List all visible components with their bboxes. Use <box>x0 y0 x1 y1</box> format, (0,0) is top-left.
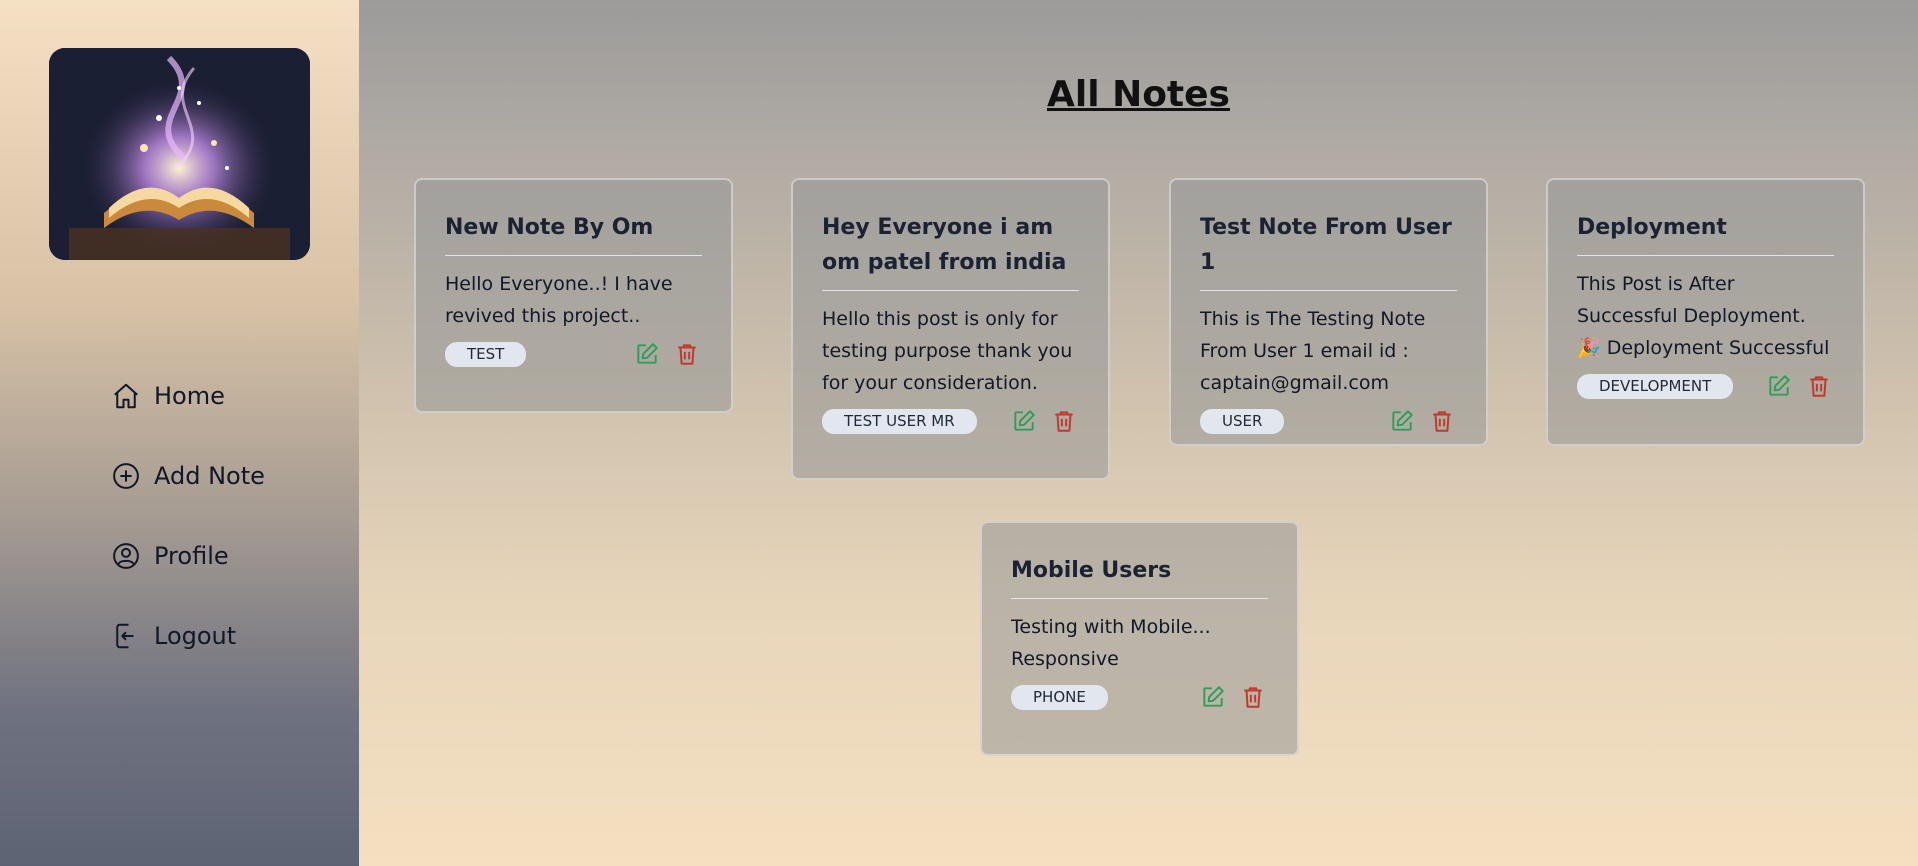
note-footer: TEST USER MR <box>822 405 1079 437</box>
note-actions <box>1764 371 1834 401</box>
sidebar-item-add-note[interactable]: Add Note <box>110 460 265 492</box>
note-title: Mobile Users <box>1011 558 1172 583</box>
page-title: All Notes <box>1047 74 1230 115</box>
home-icon <box>110 380 142 412</box>
edit-icon[interactable] <box>632 339 662 369</box>
edit-icon[interactable] <box>1387 406 1417 436</box>
note-title: Test Note From User 1 <box>1200 215 1452 275</box>
sidebar-item-profile[interactable]: Profile <box>110 540 265 572</box>
note-body: Hello this post is only for testing purp… <box>822 308 1073 394</box>
note-tag: TEST <box>445 341 527 367</box>
delete-icon[interactable] <box>1049 406 1079 436</box>
sidebar-item-home[interactable]: Home <box>110 380 265 412</box>
sidebar: Home Add Note Profile Logout <box>0 0 359 866</box>
note-tag: PHONE <box>1011 684 1108 710</box>
note-title: Deployment <box>1577 215 1727 240</box>
note-divider <box>1200 290 1457 291</box>
note-tag: TEST USER MR <box>822 408 977 434</box>
note-body: This is The Testing Note From User 1 ema… <box>1200 308 1426 394</box>
note-card: Hey Everyone i am om patel from india He… <box>791 178 1110 480</box>
note-card: Test Note From User 1 This is The Testin… <box>1169 178 1488 446</box>
note-tag: DEVELOPMENT <box>1577 373 1734 399</box>
sidebar-item-label: Add Note <box>154 462 265 490</box>
note-title: New Note By Om <box>445 215 654 240</box>
sidebar-nav: Home Add Note Profile Logout <box>110 380 265 700</box>
note-actions <box>632 339 702 369</box>
note-body: Hello Everyone..! I have revived this pr… <box>445 273 673 327</box>
note-body: This Post is After Successful Deployment… <box>1577 273 1830 359</box>
sidebar-item-label: Logout <box>154 622 237 650</box>
note-divider <box>822 290 1079 291</box>
plus-circle-icon <box>110 460 142 492</box>
edit-icon[interactable] <box>1764 371 1794 401</box>
note-card: Deployment This Post is After Successful… <box>1546 178 1865 446</box>
note-card: New Note By Om Hello Everyone..! I have … <box>414 178 733 413</box>
user-circle-icon <box>110 540 142 572</box>
note-tag: USER <box>1200 408 1285 434</box>
delete-icon[interactable] <box>672 339 702 369</box>
note-actions <box>1009 406 1079 436</box>
note-actions <box>1387 406 1457 436</box>
note-divider <box>445 255 702 256</box>
note-divider <box>1011 598 1268 599</box>
delete-icon[interactable] <box>1804 371 1834 401</box>
note-footer: TEST <box>445 338 702 370</box>
main-content: All Notes New Note By Om Hello Everyone.… <box>359 0 1918 866</box>
logout-icon <box>110 620 142 652</box>
note-card: Mobile Users Testing with Mobile... Resp… <box>980 521 1299 756</box>
note-divider <box>1577 255 1834 256</box>
note-title: Hey Everyone i am om patel from india <box>822 215 1067 275</box>
note-body: Testing with Mobile... Responsive <box>1011 616 1211 670</box>
note-footer: DEVELOPMENT <box>1577 370 1834 402</box>
note-footer: PHONE <box>1011 681 1268 713</box>
delete-icon[interactable] <box>1238 682 1268 712</box>
edit-icon[interactable] <box>1009 406 1039 436</box>
app-logo-book-image <box>49 48 310 260</box>
note-actions <box>1198 682 1268 712</box>
sidebar-item-label: Home <box>154 382 225 410</box>
note-footer: USER <box>1200 405 1457 437</box>
edit-icon[interactable] <box>1198 682 1228 712</box>
sidebar-item-logout[interactable]: Logout <box>110 620 265 652</box>
sidebar-item-label: Profile <box>154 542 229 570</box>
delete-icon[interactable] <box>1427 406 1457 436</box>
